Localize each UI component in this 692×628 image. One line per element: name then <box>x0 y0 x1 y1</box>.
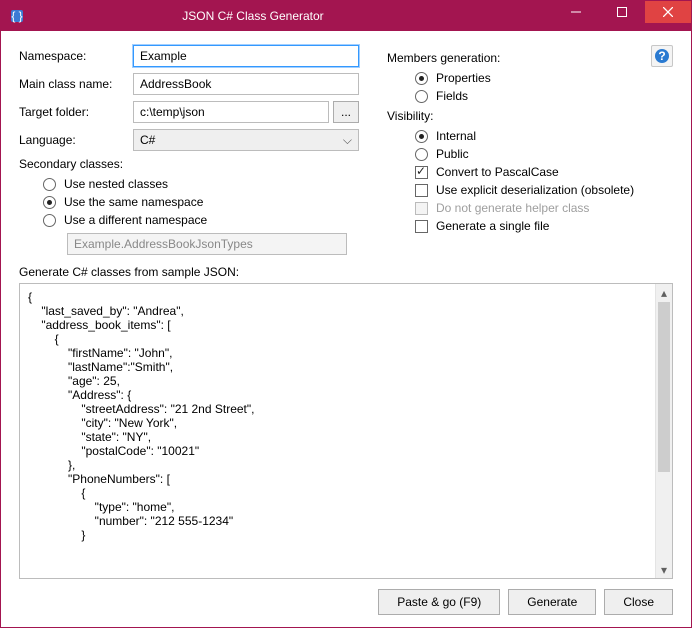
check-single-file[interactable] <box>415 220 428 233</box>
radio-nested-classes-label: Use nested classes <box>64 177 168 191</box>
help-button[interactable]: ? <box>651 45 673 67</box>
json-sample-box: ▴ ▾ <box>19 283 673 579</box>
check-single-file-label: Generate a single file <box>436 219 549 233</box>
top-columns: Namespace: Main class name: Target folde… <box>19 45 673 255</box>
radio-nested-classes[interactable] <box>43 178 56 191</box>
svg-text:{ }: { } <box>11 9 22 23</box>
language-combo[interactable]: C# ⌵ <box>133 129 359 151</box>
generate-from-label: Generate C# classes from sample JSON: <box>19 265 673 279</box>
close-button[interactable]: Close <box>604 589 673 615</box>
radio-diff-namespace[interactable] <box>43 214 56 227</box>
generate-button[interactable]: Generate <box>508 589 596 615</box>
radio-internal[interactable] <box>415 130 428 143</box>
close-window-button[interactable] <box>645 1 691 23</box>
check-pascalcase[interactable] <box>415 166 428 179</box>
check-explicit-deserialization[interactable] <box>415 184 428 197</box>
main-class-label: Main class name: <box>19 77 133 91</box>
scrollbar[interactable]: ▴ ▾ <box>655 284 672 578</box>
radio-diff-namespace-label: Use a different namespace <box>64 213 207 227</box>
check-no-helper <box>415 202 428 215</box>
right-column: ? Members generation: Properties Fields … <box>387 45 673 255</box>
radio-fields[interactable] <box>415 90 428 103</box>
radio-public[interactable] <box>415 148 428 161</box>
scroll-thumb[interactable] <box>658 302 670 472</box>
members-generation-label: Members generation: <box>387 51 673 65</box>
secondary-classes-label: Secondary classes: <box>19 157 359 171</box>
window-buttons <box>553 1 691 23</box>
window-title: JSON C# Class Generator <box>33 9 473 23</box>
check-no-helper-label: Do not generate helper class <box>436 201 589 215</box>
json-sample-textarea[interactable] <box>20 284 654 578</box>
language-value: C# <box>140 133 155 147</box>
namespace-label: Namespace: <box>19 49 133 63</box>
chevron-down-icon: ⌵ <box>343 133 352 148</box>
titlebar[interactable]: { } JSON C# Class Generator <box>1 1 691 31</box>
app-icon: { } <box>9 8 25 24</box>
scroll-up-icon[interactable]: ▴ <box>656 284 672 301</box>
target-folder-label: Target folder: <box>19 105 133 119</box>
radio-fields-label: Fields <box>436 89 468 103</box>
maximize-button[interactable] <box>599 1 645 23</box>
app-window: { } JSON C# Class Generator Namespace: M… <box>0 0 692 628</box>
minimize-button[interactable] <box>553 1 599 23</box>
check-pascalcase-label: Convert to PascalCase <box>436 165 559 179</box>
radio-public-label: Public <box>436 147 469 161</box>
paste-and-go-button[interactable]: Paste & go (F9) <box>378 589 500 615</box>
radio-properties-label: Properties <box>436 71 491 85</box>
scroll-down-icon[interactable]: ▾ <box>656 561 672 578</box>
radio-properties[interactable] <box>415 72 428 85</box>
browse-button[interactable]: ... <box>333 101 359 123</box>
svg-text:?: ? <box>658 49 665 63</box>
radio-internal-label: Internal <box>436 129 476 143</box>
radio-same-namespace-label: Use the same namespace <box>64 195 203 209</box>
main-class-input[interactable] <box>133 73 359 95</box>
language-label: Language: <box>19 133 133 147</box>
visibility-label: Visibility: <box>387 109 673 123</box>
left-column: Namespace: Main class name: Target folde… <box>19 45 359 255</box>
content-area: Namespace: Main class name: Target folde… <box>1 31 691 627</box>
check-explicit-deserialization-label: Use explicit deserialization (obsolete) <box>436 183 634 197</box>
namespace-input[interactable] <box>133 45 359 67</box>
radio-same-namespace[interactable] <box>43 196 56 209</box>
diff-namespace-input <box>67 233 347 255</box>
target-folder-input[interactable] <box>133 101 329 123</box>
button-row: Paste & go (F9) Generate Close <box>19 579 673 615</box>
